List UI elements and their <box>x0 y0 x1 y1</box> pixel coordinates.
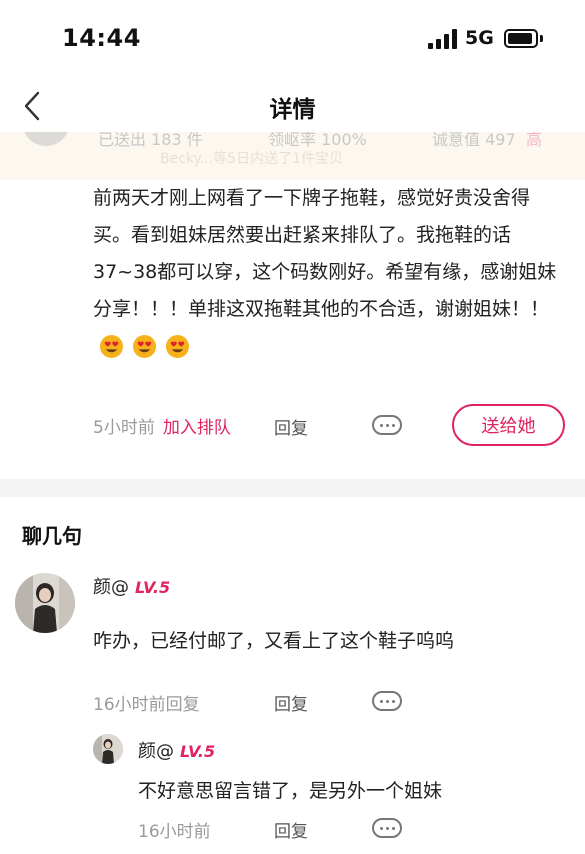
commenter-name[interactable]: 颜@ LV.5 <box>93 573 170 599</box>
nav-bar: 详情 <box>0 80 585 132</box>
status-bar: 14:44 5G <box>0 0 585 80</box>
emoji-group <box>99 328 192 365</box>
gift-button[interactable]: 送给她 <box>452 404 565 446</box>
network-label: 5G <box>465 27 494 49</box>
honesty-value: 诚意值 497 <box>432 132 516 149</box>
join-queue-link[interactable]: 加入排队 <box>163 413 231 438</box>
page-title: 详情 <box>269 97 316 123</box>
reply-user-name[interactable]: 颜@ LV.5 <box>138 737 215 763</box>
comment-text: 咋办，已经付邮了，又看上了这个鞋子呜呜 <box>93 630 455 652</box>
owner-avatar <box>22 132 70 146</box>
post-time: 5小时前 <box>93 417 155 438</box>
post-body: 前两天才刚上网看了一下牌子拖鞋，感觉好贵没舍得买。看到姐妹居然要出赶紧来排队了。… <box>93 180 563 365</box>
chat-section-title: 聊几句 <box>22 524 82 548</box>
reply-avatar[interactable] <box>93 734 123 764</box>
comment-reply-button[interactable]: 回复 <box>274 690 308 715</box>
person-photo-icon <box>15 573 75 633</box>
post-reply-button[interactable]: 回复 <box>274 414 308 439</box>
commenter-name-text: 颜@ <box>93 577 129 598</box>
honesty-tag: 高 <box>526 132 543 149</box>
heart-eyes-emoji-icon <box>99 334 124 359</box>
post-text: 前两天才刚上网看了一下牌子拖鞋，感觉好贵没舍得买。看到姐妹居然要出赶紧来排队了。… <box>93 187 557 320</box>
comment-time: 16小时前回复 <box>93 695 200 715</box>
battery-tip <box>540 35 543 42</box>
notice-text: Becky...等5日内送了1件宝贝 <box>160 151 343 167</box>
commenter-avatar[interactable] <box>15 573 75 633</box>
level-badge: LV.5 <box>180 742 216 761</box>
heart-eyes-emoji-icon <box>133 334 157 359</box>
battery-icon <box>504 29 538 48</box>
stats-strip: 已送出 183 件 领岖率 100% 诚意值 497 高 Becky...等5日… <box>0 132 585 180</box>
reply-reply-button[interactable]: 回复 <box>274 817 308 842</box>
reply-user-name-text: 颜@ <box>138 741 174 762</box>
post-meta: 5小时前 加入排队 <box>93 408 231 442</box>
reply-text: 不好意思留言错了，是另外一个姐妹 <box>138 780 443 802</box>
status-time: 14:44 <box>62 24 141 52</box>
reply-time: 16小时前 <box>138 822 211 842</box>
section-divider <box>0 479 585 497</box>
more-options-icon[interactable] <box>372 415 402 435</box>
level-badge: LV.5 <box>135 578 171 597</box>
more-options-icon[interactable] <box>372 691 402 711</box>
person-photo-icon <box>93 734 123 764</box>
heart-eyes-emoji-icon <box>166 334 190 359</box>
more-options-icon[interactable] <box>372 818 402 838</box>
signal-icon <box>428 29 458 49</box>
